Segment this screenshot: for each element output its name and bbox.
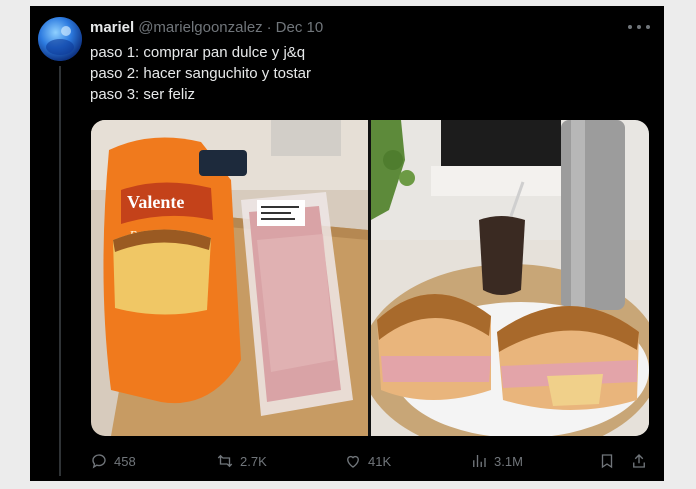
- tweet-card[interactable]: mariel @marielgoonzalez · Dec 10 paso 1:…: [30, 6, 664, 481]
- tweet-line: paso 1: comprar pan dulce y j&q: [90, 44, 306, 61]
- author-handle[interactable]: @marielgoonzalez: [138, 19, 262, 36]
- screenshot-frame-left: [0, 0, 30, 489]
- bookmark-button[interactable]: [598, 450, 622, 472]
- share-icon: [633, 454, 645, 468]
- bookmark-icon: [601, 454, 613, 469]
- views-count: 3.1M: [494, 453, 523, 469]
- tweet-text: paso 1: comprar pan dulce y j&q paso 2: …: [90, 42, 311, 105]
- repost-count: 2.7K: [240, 453, 267, 469]
- tweet-header: mariel @marielgoonzalez · Dec 10: [90, 19, 323, 39]
- thread-line: [59, 66, 61, 476]
- photo-pan-dulce-and-ham[interactable]: Valente Pan Dulce: [91, 120, 368, 436]
- views-button[interactable]: 3.1M: [470, 450, 523, 472]
- reply-icon: [92, 454, 106, 469]
- tweet-line: paso 3: ser feliz: [90, 86, 196, 103]
- separator-dot: ·: [266, 19, 272, 36]
- repost-icon: [217, 454, 233, 468]
- author-name[interactable]: mariel: [90, 19, 134, 36]
- screenshot-frame-bottom: [0, 481, 696, 489]
- avatar[interactable]: [38, 17, 82, 61]
- tweet-media[interactable]: Valente Pan Dulce: [91, 120, 649, 436]
- views-icon: [473, 455, 486, 467]
- repost-button[interactable]: 2.7K: [216, 450, 267, 472]
- share-button[interactable]: [630, 450, 654, 472]
- screenshot-frame-right: [664, 0, 696, 489]
- tweet-date[interactable]: Dec 10: [276, 19, 324, 36]
- like-button[interactable]: 41K: [344, 450, 391, 472]
- like-count: 41K: [368, 453, 392, 469]
- tweet-actions: 458 2.7K 41K 3.1M: [90, 450, 652, 474]
- tweet-line: paso 2: hacer sanguchito y tostar: [90, 65, 311, 82]
- avatar-image: [38, 17, 82, 61]
- photo-toasted-sandwich[interactable]: [371, 120, 649, 436]
- package-brand: Valente: [127, 192, 184, 212]
- reply-button[interactable]: 458: [90, 450, 136, 472]
- like-icon: [347, 455, 359, 468]
- reply-count: 458: [114, 453, 136, 469]
- more-icon[interactable]: [628, 20, 650, 34]
